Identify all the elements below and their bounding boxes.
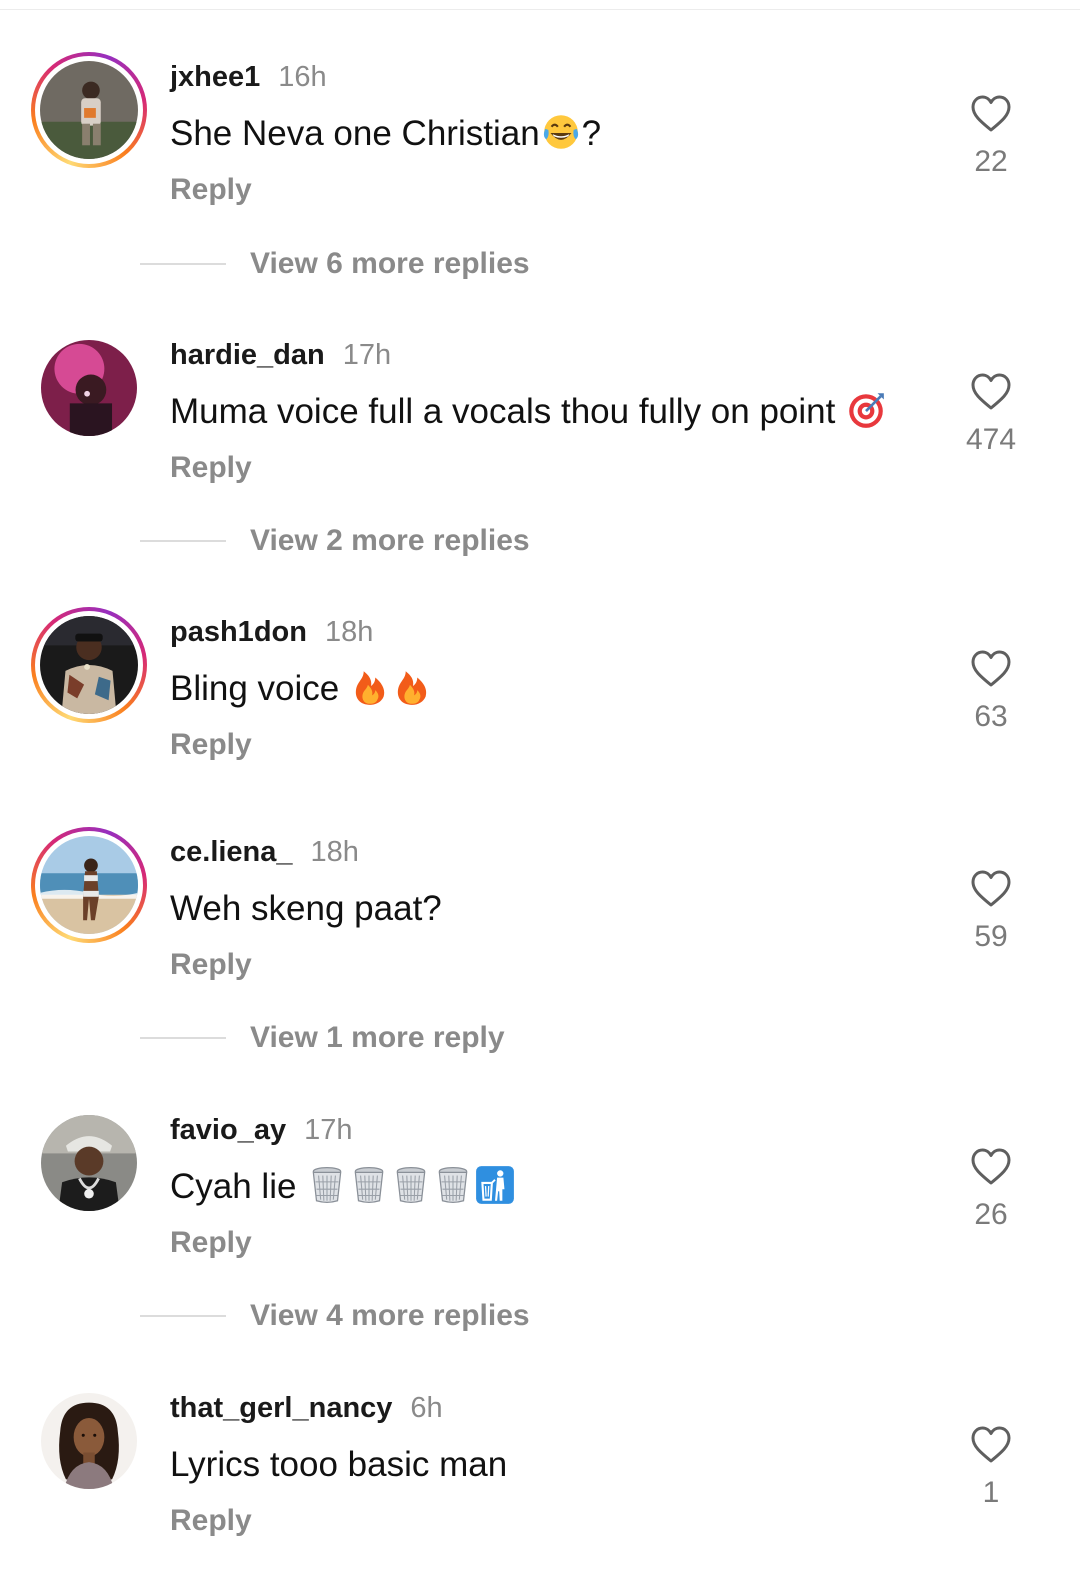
heart-outline-icon[interactable] [970,94,1012,134]
avatar [40,61,138,159]
put-litter-in-its-place-emoji [474,1164,516,1206]
comment-meta: ce.liena_ 18h [170,832,359,872]
reply-button[interactable]: Reply [170,170,252,210]
comment-text-body: Muma voice full a vocals thou fully on p… [170,392,836,431]
fire-emoji [349,666,391,708]
comment-meta: favio_ay 17h [170,1110,352,1150]
username[interactable]: ce.liena_ [170,836,293,868]
comment-text-suffix: ? [581,114,602,153]
wastebasket-emoji [348,1164,390,1206]
timestamp: 6h [410,1392,443,1424]
comment-text-body: Cyah lie [170,1167,297,1206]
comment-meta: pash1don 18h [170,612,373,652]
avatar [40,616,138,714]
comment-text: Lyrics tooo basic man [170,1441,507,1489]
comment-meta: jxhee1 16h [170,57,327,97]
heart-outline-icon[interactable] [970,869,1012,909]
username[interactable]: that_gerl_nancy [170,1392,392,1424]
avatar-story-ring[interactable] [31,827,147,943]
comment-text: Weh skeng paat? [170,885,442,933]
like-count: 22 [974,145,1008,178]
heart-outline-icon[interactable] [970,1147,1012,1187]
direct-hit-emoji [845,389,887,431]
like-control: 59 [955,869,1027,954]
username[interactable]: pash1don [170,616,307,648]
view-more-replies-button[interactable]: View 6 more replies [140,244,530,284]
comment-meta: hardie_dan 17h [170,335,391,375]
comment-text-body: Weh skeng paat? [170,889,442,928]
avatar[interactable] [41,1393,137,1489]
view-replies-label: View 2 more replies [250,524,530,557]
like-count: 26 [974,1198,1008,1231]
like-count: 63 [974,700,1008,733]
heart-outline-icon[interactable] [970,372,1012,412]
like-count: 59 [974,920,1008,953]
comment-text-body: She Neva one Christian [170,114,540,153]
view-more-replies-button[interactable]: View 2 more replies [140,521,530,561]
like-count: 1 [982,1476,1000,1509]
comment-text-body: Bling voice [170,669,340,708]
view-replies-label: View 1 more reply [250,1021,505,1054]
top-divider [0,9,1080,10]
avatar-story-ring[interactable] [31,607,147,723]
username[interactable]: hardie_dan [170,339,325,371]
comment-text-body: Lyrics tooo basic man [170,1445,508,1484]
avatar-story-ring[interactable] [31,52,147,168]
reply-button[interactable]: Reply [170,1501,252,1541]
username[interactable]: favio_ay [170,1114,286,1146]
comment-text: She Neva one Christian? [170,110,601,158]
timestamp: 17h [304,1114,353,1146]
heart-outline-icon[interactable] [970,649,1012,689]
comment-text: Bling voice [170,665,433,713]
like-control: 22 [955,94,1027,179]
comment-meta: that_gerl_nancy 6h [170,1388,443,1428]
reply-button[interactable]: Reply [170,725,252,765]
reply-thread-line [140,263,226,265]
timestamp: 18h [310,836,359,868]
fire-emoji [391,666,433,708]
like-control: 26 [955,1147,1027,1232]
comment-text: Cyah lie [170,1163,516,1211]
view-more-replies-button[interactable]: View 4 more replies [140,1296,530,1336]
comment-text: Muma voice full a vocals thou fully on p… [170,388,887,436]
like-control: 63 [955,649,1027,734]
reply-button[interactable]: Reply [170,945,252,985]
view-more-replies-button[interactable]: View 1 more reply [140,1018,505,1058]
wastebasket-emoji [390,1164,432,1206]
view-replies-label: View 4 more replies [250,1299,530,1332]
wastebasket-emoji [306,1164,348,1206]
face-with-tears-of-joy-emoji [540,111,582,153]
timestamp: 18h [324,616,374,648]
like-count: 474 [965,423,1017,456]
username[interactable]: jxhee1 [170,61,260,93]
like-control: 474 [955,372,1027,457]
avatar[interactable] [41,340,137,436]
avatar [40,836,138,934]
wastebasket-emoji [432,1164,474,1206]
view-replies-label: View 6 more replies [250,247,530,280]
timestamp: 17h [342,339,392,371]
reply-thread-line [140,1037,226,1039]
reply-button[interactable]: Reply [170,448,252,488]
heart-outline-icon[interactable] [970,1425,1012,1465]
timestamp: 16h [278,61,327,93]
avatar[interactable] [41,1115,137,1211]
reply-button[interactable]: Reply [170,1223,252,1263]
like-control: 1 [955,1425,1027,1510]
reply-thread-line [140,540,226,542]
reply-thread-line [140,1315,226,1317]
